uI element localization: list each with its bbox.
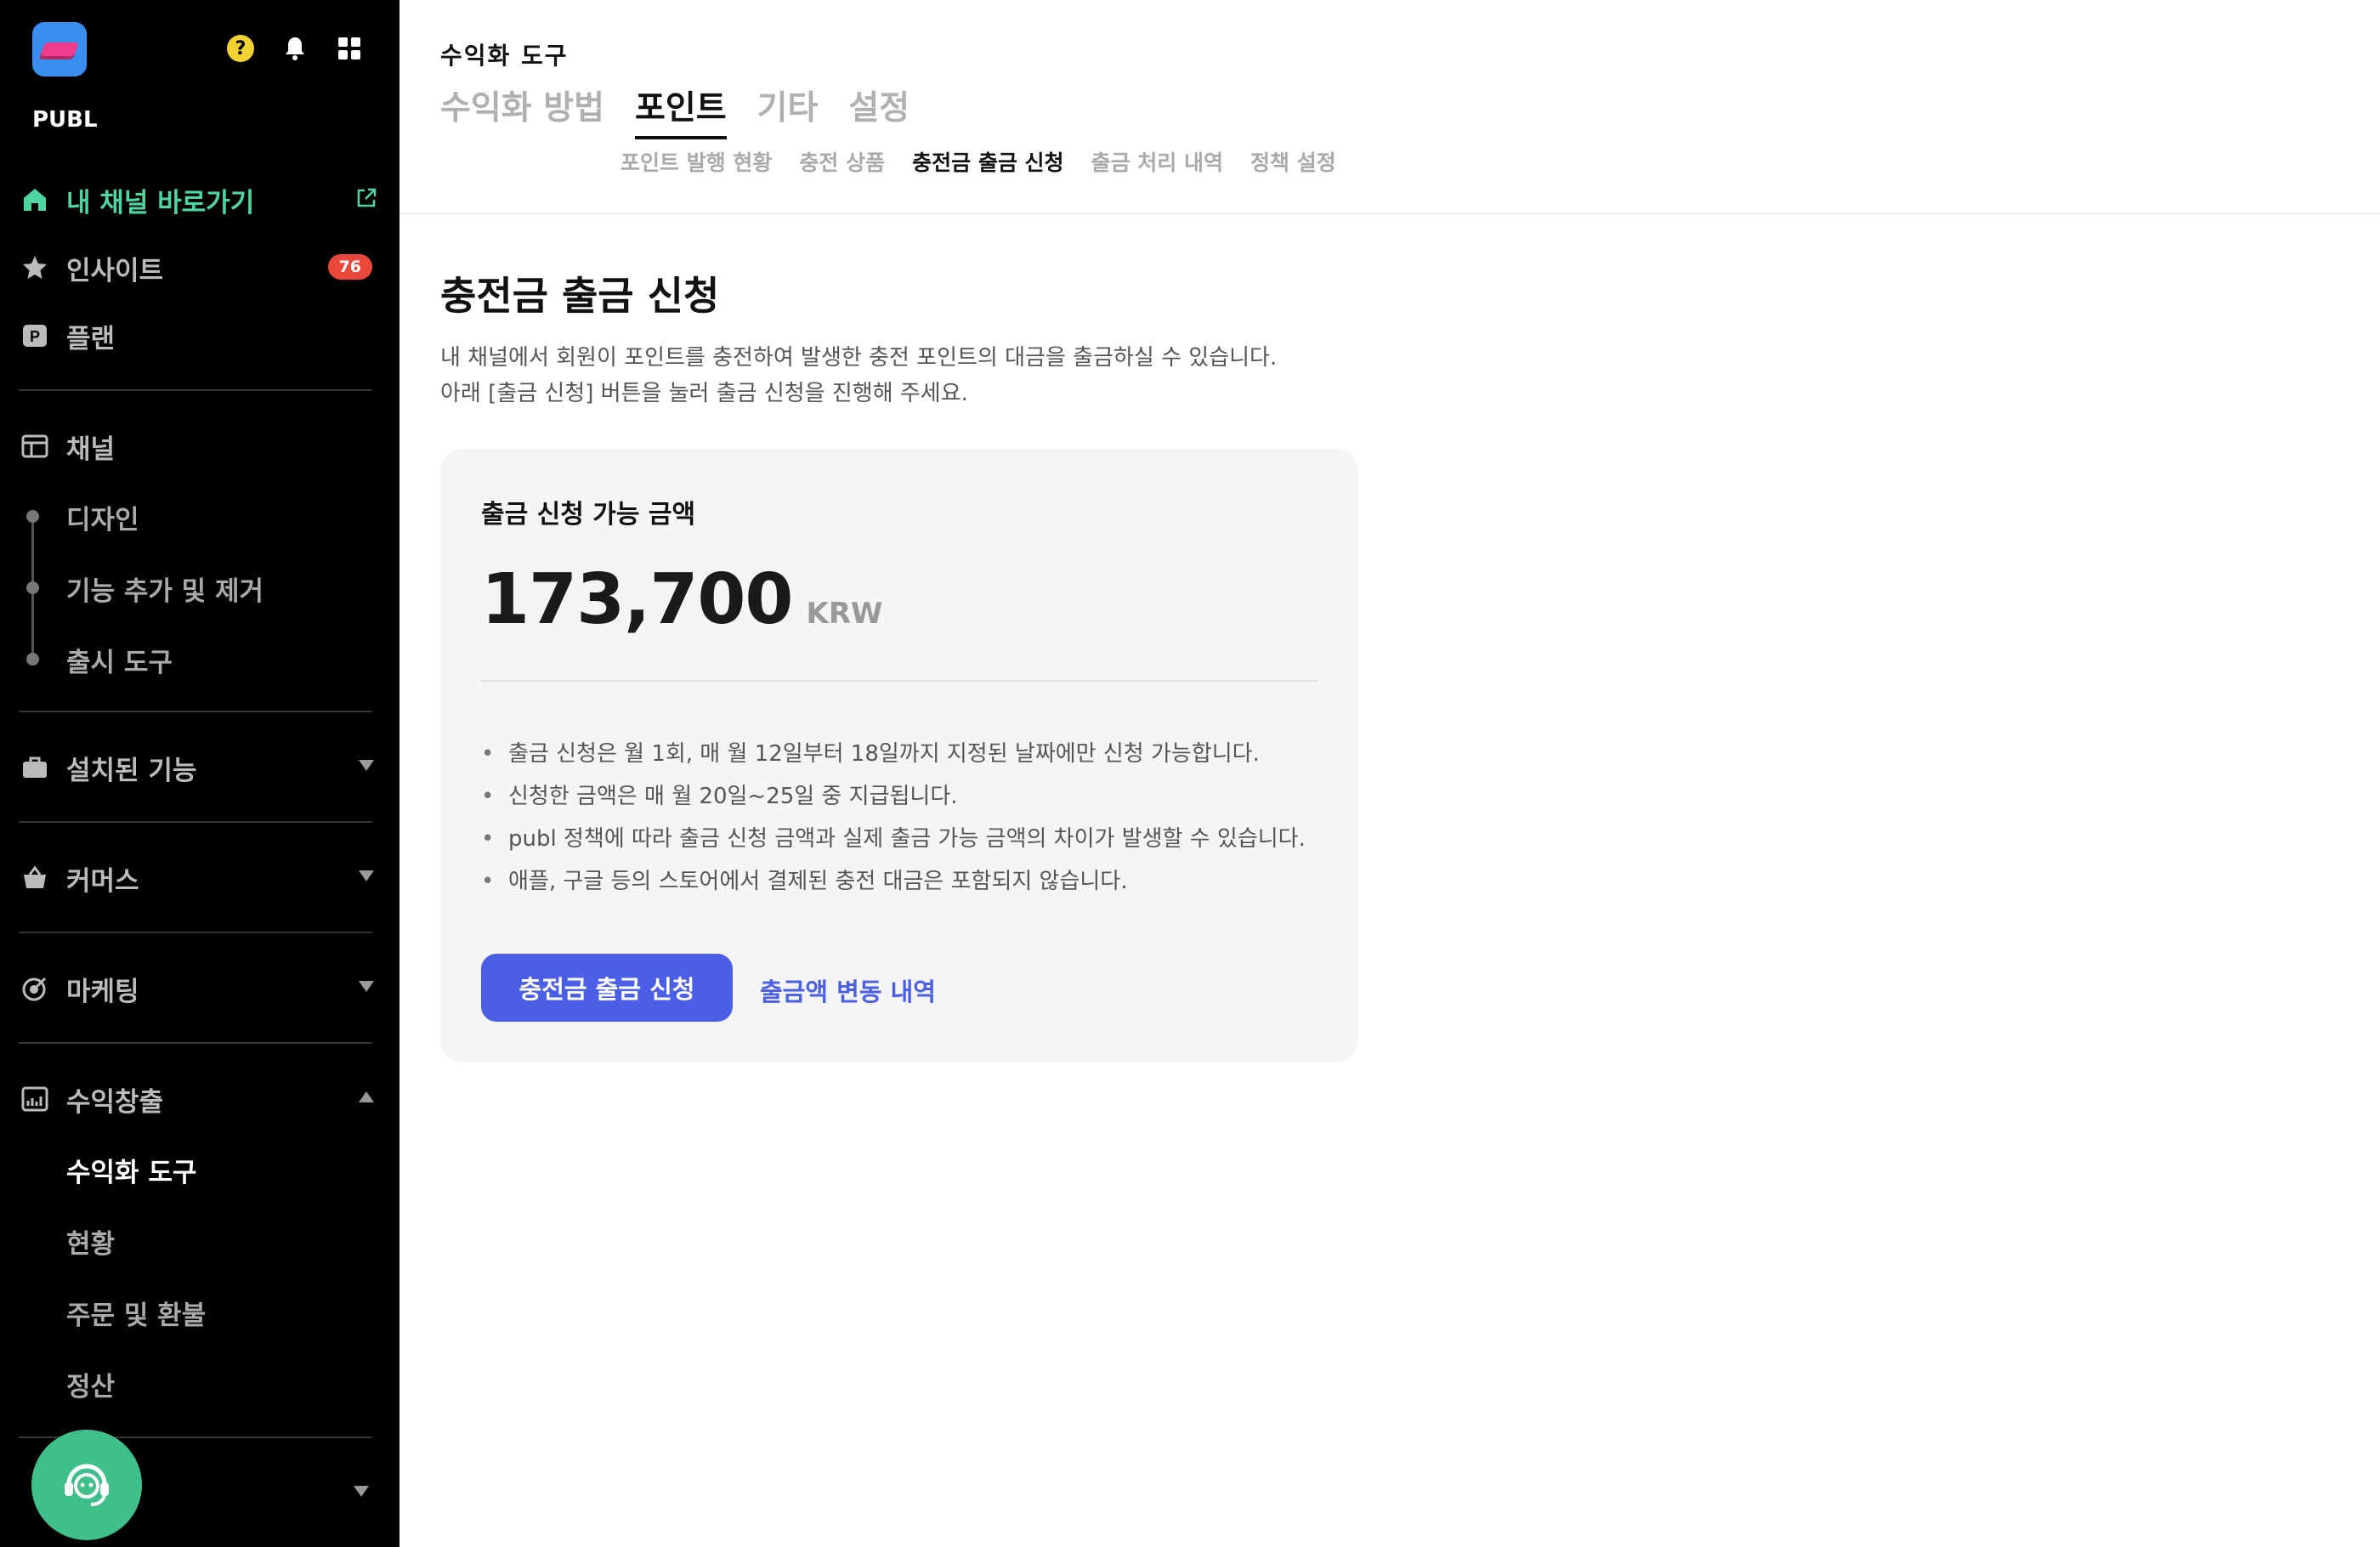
- subtab-policy-settings[interactable]: 정책 설정: [1250, 146, 1336, 177]
- sidebar-item-label: 채널: [66, 434, 116, 465]
- sidebar-subitem-design[interactable]: 디자인: [66, 498, 139, 536]
- chevron-down-icon[interactable]: [359, 870, 374, 881]
- sidebar: PUBL ? 내 채널 바로가기 인사이트 76 P 플랜 채널 디자인 기능 …: [0, 0, 400, 1547]
- chevron-down-icon[interactable]: [359, 981, 374, 992]
- question-icon[interactable]: ?: [226, 34, 255, 63]
- sidebar-divider: [19, 932, 372, 933]
- chart-icon: [20, 1085, 49, 1114]
- sidebar-item-insight[interactable]: 인사이트 76: [20, 246, 377, 289]
- primary-tabs: 수익화 방법 포인트 기타 설정: [440, 82, 910, 139]
- star-icon: [20, 253, 49, 282]
- sidebar-item-plan[interactable]: P 플랜: [20, 314, 377, 357]
- card-label: 출금 신청 가능 금액: [481, 500, 696, 530]
- sidebar-item-label: 마케팅: [66, 976, 139, 1007]
- note-item: publ 정책에 따라 출금 신청 금액과 실제 출금 가능 금액의 차이가 발…: [481, 818, 1306, 860]
- withdrawal-notes: 출금 신청은 월 1회, 매 월 12일부터 18일까지 지정된 날짜에만 신청…: [481, 733, 1306, 903]
- tab-monetization-methods[interactable]: 수익화 방법: [440, 82, 604, 139]
- sidebar-subitem-settlement[interactable]: 정산: [66, 1365, 115, 1403]
- page-header: 수익화 도구 수익화 방법 포인트 기타 설정 포인트 발행 현황 충전 상품 …: [400, 0, 2380, 214]
- basket-icon: [20, 864, 49, 892]
- request-withdrawal-button[interactable]: 충전금 출금 신청: [481, 954, 733, 1022]
- description-line: 아래 [출금 신청] 버튼을 눌러 출금 신청을 진행해 주세요.: [440, 381, 968, 406]
- chevron-down-icon[interactable]: [354, 1486, 369, 1497]
- sidebar-subitem-add-remove-features[interactable]: 기능 추가 및 제거: [66, 570, 264, 608]
- sidebar-item-label: 수익창출: [66, 1086, 164, 1118]
- secondary-tabs: 포인트 발행 현황 충전 상품 충전금 출금 신청 출금 처리 내역 정책 설정: [620, 146, 1336, 177]
- svg-text:P: P: [30, 328, 40, 345]
- amount-row: 173,700 KRW: [481, 559, 883, 640]
- briefcase-icon: [20, 753, 49, 782]
- tree-dot: [26, 510, 39, 523]
- subtab-withdrawal-history[interactable]: 출금 처리 내역: [1091, 146, 1223, 177]
- sidebar-item-label: 인사이트: [66, 255, 164, 286]
- tab-settings[interactable]: 설정: [848, 82, 910, 139]
- subtab-point-issuance[interactable]: 포인트 발행 현황: [620, 146, 772, 177]
- bell-icon[interactable]: [280, 34, 309, 63]
- sidebar-item-label: 커머스: [66, 865, 139, 897]
- insight-count-badge: 76: [327, 254, 372, 280]
- page-description: 내 채널에서 회원이 포인트를 충전하여 발생한 충전 포인트의 대금을 출금하…: [440, 340, 1277, 411]
- sidebar-item-installed-features[interactable]: 설치된 기능: [20, 746, 377, 789]
- sidebar-subitem-monetization-tools[interactable]: 수익화 도구: [66, 1151, 196, 1189]
- p-badge-icon: P: [20, 321, 49, 350]
- sidebar-item-label: 설치된 기능: [66, 755, 197, 786]
- sidebar-item-revenue[interactable]: 수익창출: [20, 1078, 377, 1120]
- subtab-charge-products[interactable]: 충전 상품: [799, 146, 885, 177]
- support-chat-button[interactable]: [31, 1430, 142, 1540]
- sidebar-subitem-orders-refunds[interactable]: 주문 및 환불: [66, 1294, 206, 1332]
- home-icon: [20, 185, 49, 214]
- sidebar-subitem-launch-tools[interactable]: 출시 도구: [66, 641, 173, 679]
- sidebar-divider: [19, 389, 372, 391]
- tree-dot: [26, 581, 39, 594]
- headset-icon: [57, 1454, 116, 1516]
- main-content: 수익화 도구 수익화 방법 포인트 기타 설정 포인트 발행 현황 충전 상품 …: [400, 0, 2380, 1547]
- chevron-down-icon[interactable]: [359, 760, 374, 771]
- page-title: 충전금 출금 신청: [440, 273, 720, 319]
- tab-other[interactable]: 기타: [757, 82, 819, 139]
- sidebar-item-marketing[interactable]: 마케팅: [20, 967, 377, 1010]
- breadcrumb: 수익화 도구: [440, 42, 569, 70]
- card-divider: [481, 680, 1318, 682]
- withdrawal-history-link[interactable]: 출금액 변동 내역: [760, 972, 936, 1008]
- sidebar-divider: [19, 1042, 372, 1044]
- app-logo[interactable]: [32, 22, 87, 76]
- sidebar-divider: [19, 821, 372, 823]
- sidebar-item-label: 내 채널 바로가기: [66, 187, 255, 218]
- sidebar-item-channel[interactable]: 채널: [20, 425, 377, 468]
- currency-label: KRW: [806, 597, 883, 631]
- sidebar-item-commerce[interactable]: 커머스: [20, 857, 377, 899]
- grid-icon[interactable]: [335, 34, 364, 63]
- target-icon: [20, 974, 49, 1003]
- sidebar-item-my-channel[interactable]: 내 채널 바로가기: [20, 178, 377, 221]
- note-item: 신청한 금액은 매 월 20일~25일 중 지급됩니다.: [481, 775, 1306, 818]
- external-link-icon[interactable]: [355, 185, 377, 216]
- withdrawable-amount-card: 출금 신청 가능 금액 173,700 KRW 출금 신청은 월 1회, 매 월…: [440, 449, 1358, 1062]
- tab-points[interactable]: 포인트: [634, 82, 727, 139]
- withdrawable-amount: 173,700: [481, 559, 793, 640]
- sidebar-item-label: 플랜: [66, 323, 116, 354]
- chevron-up-icon[interactable]: [359, 1091, 374, 1102]
- note-item: 애플, 구글 등의 스토어에서 결제된 충전 대금은 포함되지 않습니다.: [481, 860, 1306, 903]
- layout-icon: [20, 432, 49, 461]
- sidebar-subitem-status[interactable]: 현황: [66, 1222, 115, 1261]
- subtab-withdrawal-request[interactable]: 충전금 출금 신청: [912, 146, 1063, 177]
- note-item: 출금 신청은 월 1회, 매 월 12일부터 18일까지 지정된 날짜에만 신청…: [481, 733, 1306, 775]
- tree-dot: [26, 653, 39, 666]
- brand-name: PUBL: [32, 107, 98, 133]
- top-icon-bar: ?: [226, 34, 364, 63]
- sidebar-divider: [19, 711, 372, 712]
- description-line: 내 채널에서 회원이 포인트를 충전하여 발생한 충전 포인트의 대금을 출금하…: [440, 345, 1278, 371]
